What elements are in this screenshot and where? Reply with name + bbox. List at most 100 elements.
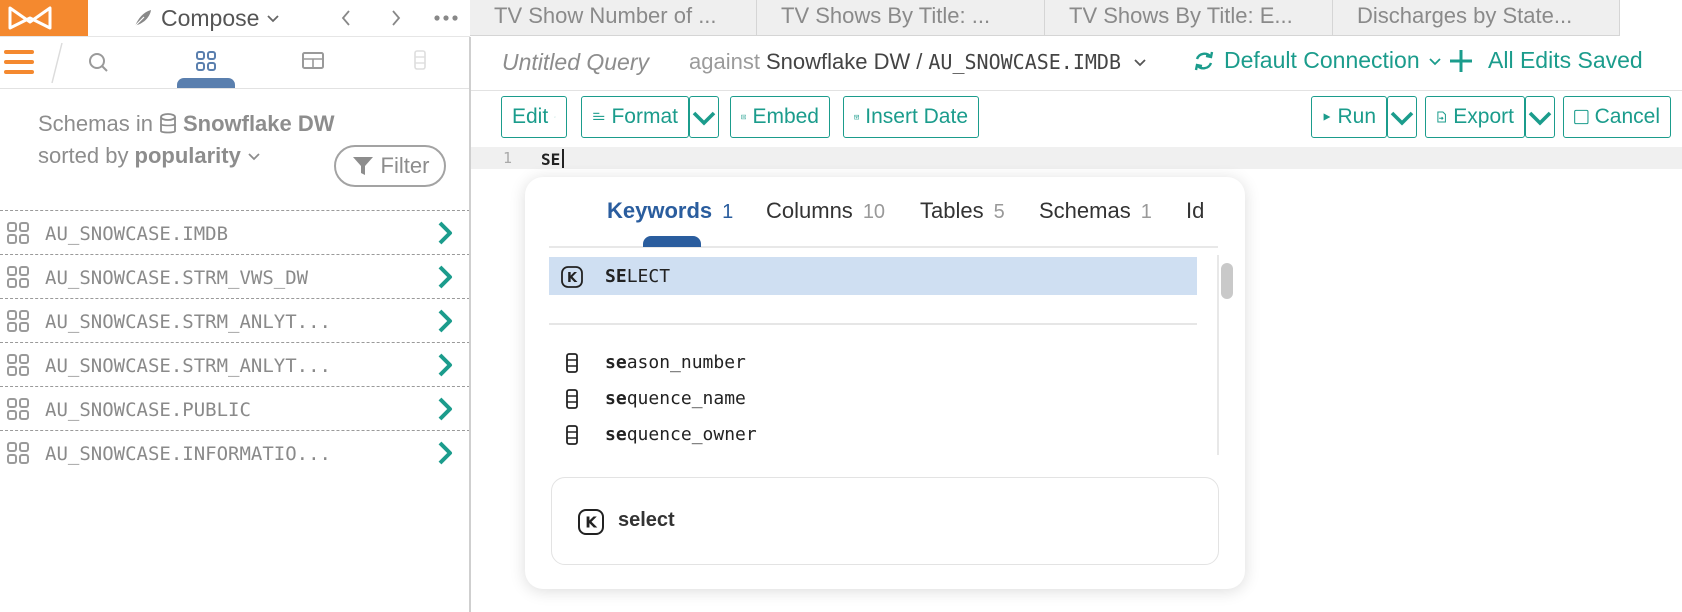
tab-count: 5 [993,201,1005,223]
autocomplete-popup: Keywords 1 Columns 10 Tables 5 Schemas 1… [525,177,1245,589]
chevron-down-icon [554,116,556,118]
format-options-button[interactable] [689,96,719,138]
bowtie-logo-icon [0,0,88,36]
sort-dropdown[interactable]: sorted by popularity [38,140,335,172]
suggestion-list: K SELECT season_number sequence_name seq… [549,257,1197,449]
chevron-down-icon[interactable] [1133,55,1147,69]
schema-icon [7,266,29,288]
tab-label: Keywords [607,198,713,223]
list-item[interactable]: AU_SNOWCASE.PUBLIC [0,387,470,431]
schemas-prefix: Schemas in [38,111,153,136]
app-logo[interactable] [0,0,88,36]
tab-columns[interactable] [400,45,440,85]
chevron-right-icon[interactable] [436,263,456,291]
tab-schemas[interactable]: Schemas 1 [1039,198,1152,224]
list-item[interactable]: AU_SNOWCASE.STRM_ANLYT... [0,343,470,387]
add-button[interactable] [1447,47,1475,75]
export-file-icon [1437,111,1446,123]
chevron-right-icon[interactable] [436,395,456,423]
document-tab[interactable]: Discharges by State... [1333,0,1620,36]
embed-button[interactable]: Embed [730,96,830,138]
scrollbar-thumb[interactable] [1221,263,1233,299]
chevron-down-icon [1528,111,1552,126]
filter-icon [352,157,373,175]
export-label: Export [1453,105,1514,128]
detail-label: select [618,509,675,531]
cancel-button[interactable]: Cancel [1563,96,1671,138]
insert-date-button[interactable]: Insert Date [843,96,979,138]
path-separator: / [916,49,923,74]
tab-count: 1 [722,201,734,223]
match-prefix: se [605,352,627,373]
divider [50,41,64,85]
tab-tables[interactable]: Tables 5 [920,198,1005,224]
document-tab[interactable]: TV Show Number of ... [470,0,757,36]
default-connection-dropdown[interactable]: Default Connection [1192,47,1442,74]
schema-icon [7,222,29,244]
tab-keywords[interactable]: Keywords 1 [607,198,733,224]
compose-menu[interactable]: Compose [132,4,280,32]
suggestion-text: sequence_owner [605,424,757,445]
suggestion-detail: K select [551,477,1219,565]
column-icon [566,425,578,445]
schema-icon [7,442,29,464]
chevron-right-icon[interactable] [436,307,456,335]
suggestion-column[interactable]: season_number [549,343,1197,381]
list-item[interactable]: AU_SNOWCASE.INFORMATIO... [0,431,470,475]
embed-label: Embed [752,105,819,128]
export-button[interactable]: Export [1425,96,1525,138]
run-options-button[interactable] [1387,96,1417,138]
menu-button[interactable] [2,46,36,78]
sidebar-tabs [0,37,470,89]
back-arrow-button[interactable] [334,6,358,30]
export-options-button[interactable] [1525,96,1555,138]
filter-label: Filter [380,153,430,178]
document-tab[interactable]: TV Shows By Title: ... [757,0,1045,36]
hamburger-icon [4,50,34,74]
run-button[interactable]: Run [1311,96,1387,138]
search-icon [89,53,108,72]
suggestion-column[interactable]: sequence_owner [549,415,1197,449]
schema-selector[interactable]: AU_SNOWCASE.IMDB [928,50,1121,74]
list-item[interactable]: AU_SNOWCASE.STRM_VWS_DW [0,255,470,299]
list-item[interactable]: AU_SNOWCASE.STRM_ANLYT... [0,299,470,343]
suggestion-text: sequence_name [605,388,746,409]
suggestion-column[interactable]: sequence_name [549,379,1197,417]
database-icon [160,113,176,134]
schema-name: AU_SNOWCASE.STRM_VWS_DW [45,267,309,289]
chevron-right-icon[interactable] [436,351,456,379]
format-button[interactable]: Format [581,96,689,138]
refresh-icon [1194,51,1214,70]
autocomplete-tabs: Keywords 1 Columns 10 Tables 5 Schemas 1… [549,177,1218,248]
feather-icon [134,10,151,27]
query-header: Untitled Query against Snowflake DW / AU… [471,37,1682,91]
chevron-down-icon [692,111,716,126]
active-tab-indicator [643,236,701,247]
tab-columns[interactable]: Columns 10 [766,198,885,224]
suggestion-text: SELECT [605,266,670,287]
column-icon [566,389,578,409]
schema-icon [7,354,29,376]
schemas-heading: Schemas in Snowflake DW sorted by popula… [38,108,335,172]
schema-name: AU_SNOWCASE.PUBLIC [45,399,251,421]
calendar-icon [854,114,859,120]
tab-count: 1 [1140,201,1152,223]
match-prefix: se [605,424,627,445]
tab-label: Tables [920,198,984,223]
filter-button[interactable]: Filter [334,145,446,187]
more-button[interactable] [432,6,460,30]
edit-button[interactable]: Edit [501,96,567,138]
column-icon [414,50,426,70]
run-label: Run [1337,105,1376,128]
list-item[interactable]: AU_SNOWCASE.IMDB [0,211,470,255]
document-tab[interactable]: TV Shows By Title: E... [1045,0,1333,36]
tab-identifiers[interactable]: Id [1186,198,1204,224]
chevron-right-icon[interactable] [436,219,456,247]
forward-arrow-button[interactable] [384,6,408,30]
query-title[interactable]: Untitled Query [502,49,649,76]
tab-search[interactable] [78,45,118,85]
chevron-right-icon[interactable] [436,439,456,467]
tab-tables[interactable] [293,45,333,85]
column-icon [566,353,578,373]
suggestion-keyword[interactable]: K SELECT [549,257,1197,295]
